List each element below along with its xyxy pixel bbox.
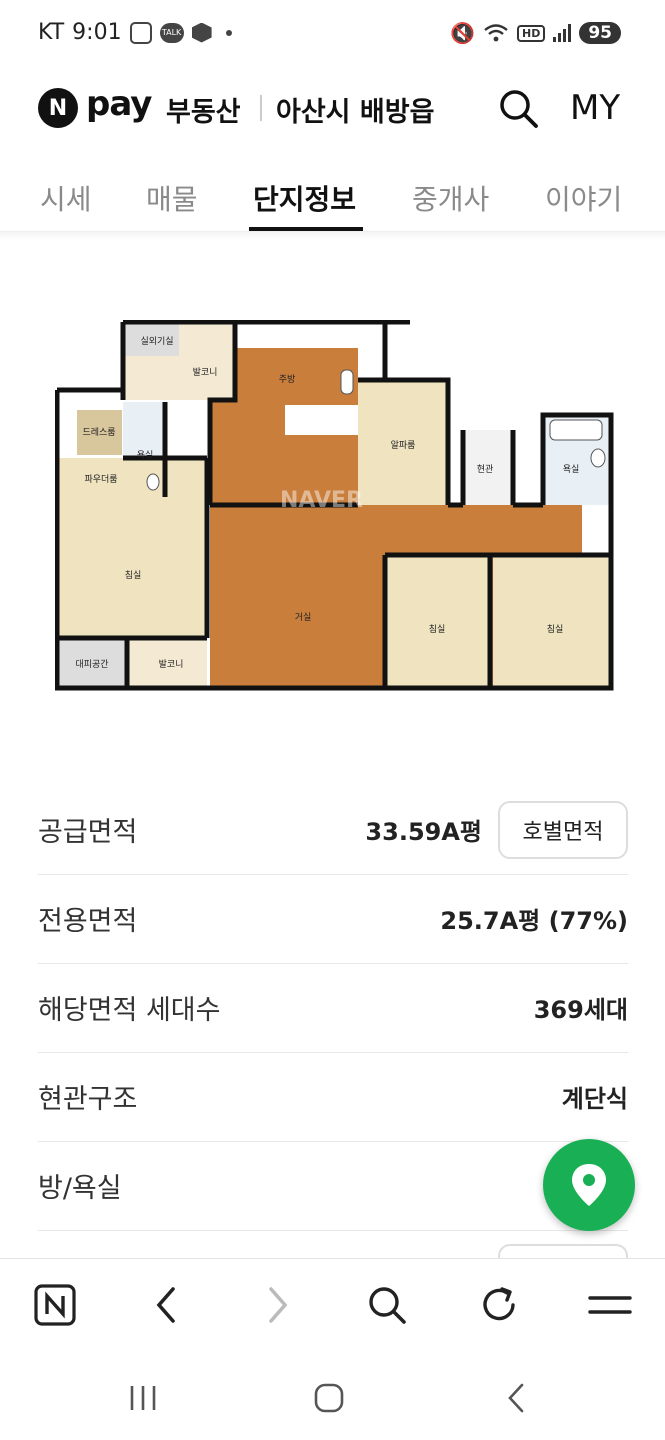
service-name[interactable]: 부동산: [166, 90, 241, 129]
label-balcony-bottom: 발코니: [159, 659, 184, 670]
search-button[interactable]: [496, 86, 540, 130]
mute-icon: 🔇: [450, 21, 475, 45]
kakaotalk-icon: TALK: [159, 22, 184, 43]
label-evac-space: 대피공간: [75, 659, 108, 670]
home-button[interactable]: [307, 1376, 351, 1420]
signal-icon: [553, 24, 572, 42]
status-right: 🔇 HD 95: [450, 21, 621, 45]
system-navigation-bar: [0, 1354, 665, 1440]
tab-complex-info[interactable]: 단지정보: [253, 178, 356, 218]
rooms-baths-row: 방/욕실: [38, 1142, 628, 1231]
home-icon: [314, 1383, 344, 1413]
naver-home-button[interactable]: [31, 1281, 79, 1329]
room-master-bedroom: [57, 458, 207, 638]
entrance-type-value: 계단식: [561, 1085, 628, 1113]
refresh-icon: [483, 1287, 515, 1321]
menu-icon: [588, 1296, 632, 1314]
forward-button[interactable]: [254, 1281, 302, 1329]
supply-area-value: 33.59A평: [365, 818, 482, 846]
households-value: 369세대: [533, 996, 628, 1024]
entrance-type-row: 현관구조 계단식: [38, 1053, 628, 1142]
floorplan-image[interactable]: NAVER 실외기실 발코니 주방 알파룸 현관 욕실 드레스룸 욕실 파우더룸…: [55, 320, 615, 692]
more-notifications-icon: [225, 29, 232, 36]
label-bath-left: 욕실: [137, 450, 154, 461]
tab-market-price[interactable]: 시세: [40, 178, 92, 218]
toilet-left: [146, 473, 160, 491]
recent-apps-icon: [130, 1386, 156, 1410]
label-powder-room: 파우더룸: [84, 474, 117, 485]
search-icon: [500, 90, 538, 128]
exclusive-area-value: 25.7A평 (77%): [440, 907, 628, 935]
app-header: N pay 부동산 아산시 배방읍 MY: [0, 72, 665, 144]
app-notification-icon: [191, 22, 212, 43]
households-label: 해당면적 세대수: [38, 995, 221, 1026]
naver-home-icon: [34, 1284, 76, 1326]
label-bath-right: 욕실: [563, 464, 580, 475]
label-living-room: 거실: [295, 612, 312, 623]
carrier-label: KT: [38, 20, 65, 45]
label-master-bedroom: 침실: [125, 570, 142, 581]
households-row: 해당면적 세대수 369세대: [38, 964, 628, 1053]
refresh-button[interactable]: [475, 1281, 523, 1329]
wifi-icon: [484, 24, 508, 42]
tab-agents[interactable]: 중개사: [412, 178, 489, 218]
supply-area-label: 공급면적: [38, 817, 138, 848]
label-alpha-room: 알파룸: [391, 440, 416, 451]
label-outdoor-unit: 실외기실: [140, 335, 173, 347]
system-back-button[interactable]: [494, 1376, 538, 1420]
screenshot-icon: [129, 21, 152, 44]
floorplan-watermark: NAVER: [280, 488, 363, 513]
unit-area-button[interactable]: 호별면적: [498, 801, 628, 859]
browser-toolbar: [0, 1258, 665, 1354]
label-entrance: 현관: [477, 464, 494, 475]
pay-logo-text[interactable]: pay: [86, 84, 152, 124]
forward-arrow-icon: [269, 1287, 288, 1323]
back-icon: [508, 1383, 524, 1413]
battery-indicator: 95: [579, 22, 621, 44]
region-selector[interactable]: 아산시 배방읍: [276, 90, 434, 129]
active-tab-indicator: [249, 227, 363, 231]
stove: [340, 369, 354, 395]
label-bedroom-3: 침실: [547, 624, 564, 635]
location-pin-icon: [572, 1164, 606, 1206]
my-button[interactable]: MY: [570, 88, 620, 128]
label-kitchen: 주방: [279, 374, 296, 385]
menu-button[interactable]: [586, 1281, 634, 1329]
recent-apps-button[interactable]: [121, 1376, 165, 1420]
exclusive-area-row: 전용면적 25.7A평 (77%): [38, 875, 628, 964]
clock: 9:01: [72, 20, 122, 45]
bathtub: [549, 419, 603, 441]
back-arrow-icon: [156, 1287, 175, 1323]
entrance-type-label: 현관구조: [38, 1084, 138, 1115]
tab-bar: 시세 매물 단지정보 중개사 이야기: [0, 164, 665, 232]
room-bedroom-2: [385, 555, 490, 688]
hd-voice-icon: HD: [516, 24, 546, 42]
tab-stories[interactable]: 이야기: [545, 178, 622, 218]
label-balcony-top: 발코니: [193, 367, 218, 378]
toolbar-search-button[interactable]: [363, 1281, 411, 1329]
exclusive-area-label: 전용면적: [38, 906, 138, 937]
tab-listings[interactable]: 매물: [146, 178, 198, 218]
area-info-list: 공급면적 33.59A평 호별면적 전용면적 25.7A평 (77%) 해당면적…: [38, 786, 628, 1231]
tab-shadow: [0, 232, 665, 240]
header-divider: [260, 95, 262, 121]
naver-logo-icon[interactable]: N: [38, 88, 78, 128]
back-button[interactable]: [142, 1281, 190, 1329]
room-bedroom-3: [493, 555, 611, 688]
toilet-right: [590, 448, 606, 468]
supply-area-row: 공급면적 33.59A평 호별면적: [38, 786, 628, 875]
label-dress-room: 드레스룸: [82, 427, 115, 438]
rooms-baths-label: 방/욕실: [38, 1173, 122, 1204]
status-left: KT 9:01 TALK: [38, 20, 232, 45]
status-bar: KT 9:01 TALK 🔇 HD 95: [0, 0, 665, 70]
map-location-button[interactable]: [543, 1139, 635, 1231]
label-bedroom-2: 침실: [429, 624, 446, 635]
search-icon: [369, 1287, 406, 1324]
